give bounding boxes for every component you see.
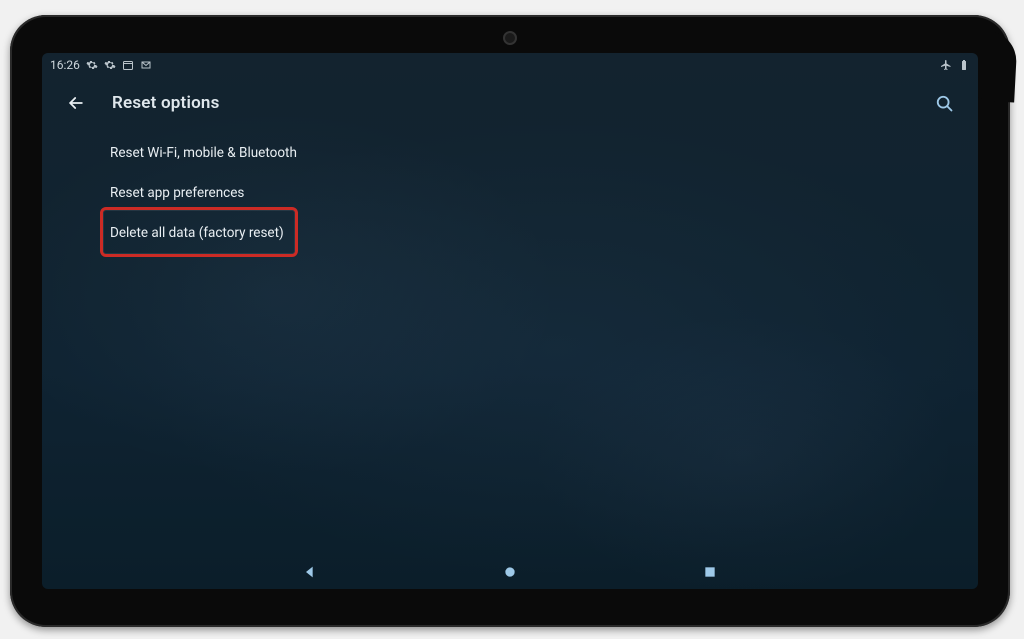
- search-button[interactable]: [932, 91, 956, 115]
- arrow-left-icon: [66, 93, 86, 113]
- factory-reset-option[interactable]: Delete all data (factory reset): [110, 215, 284, 251]
- airplane-mode-icon: [940, 59, 952, 71]
- page-title: Reset options: [112, 93, 220, 113]
- reset-app-prefs-option[interactable]: Reset app preferences: [110, 175, 244, 211]
- gear-icon: [104, 59, 116, 71]
- back-button[interactable]: [64, 91, 88, 115]
- battery-icon: [958, 59, 970, 71]
- calendar-icon: [122, 59, 134, 71]
- reset-network-option[interactable]: Reset Wi-Fi, mobile & Bluetooth: [110, 135, 297, 171]
- nav-home-button[interactable]: [500, 562, 520, 582]
- tablet-frame: 16:26: [10, 15, 1010, 627]
- app-bar: Reset options: [42, 83, 978, 123]
- status-bar: 16:26: [42, 53, 978, 77]
- status-time: 16:26: [50, 58, 80, 72]
- nav-recent-button[interactable]: [700, 562, 720, 582]
- triangle-left-icon: [302, 564, 318, 580]
- navigation-bar: [42, 555, 978, 589]
- reset-options-list: Reset Wi-Fi, mobile & Bluetooth Reset ap…: [110, 135, 938, 251]
- front-camera: [503, 31, 517, 45]
- search-icon: [934, 93, 954, 113]
- mail-m-icon: [140, 59, 152, 71]
- gear-icon: [86, 59, 98, 71]
- square-icon: [703, 565, 717, 579]
- circle-icon: [502, 564, 518, 580]
- nav-back-button[interactable]: [300, 562, 320, 582]
- screen: 16:26: [42, 53, 978, 589]
